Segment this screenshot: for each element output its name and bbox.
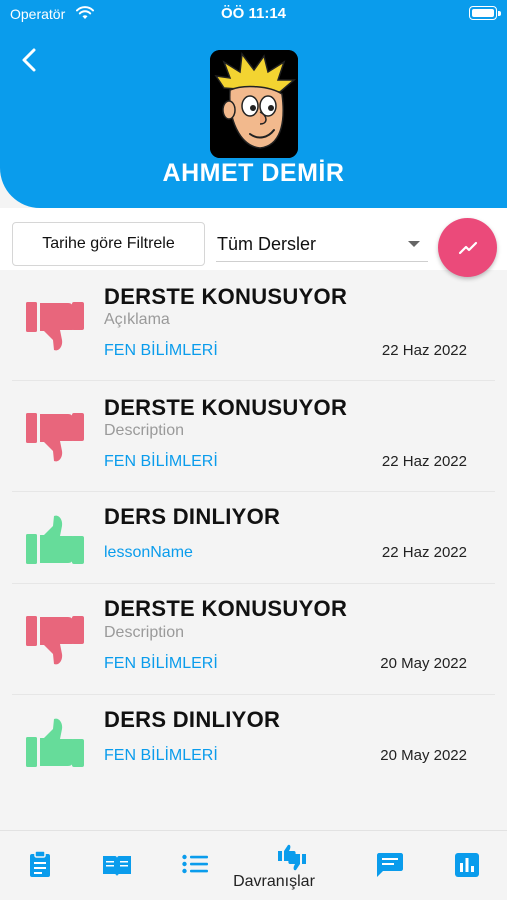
thumbs-up-down-icon	[278, 844, 306, 871]
battery-icon	[469, 6, 501, 20]
list-item[interactable]: DERSTE KONUSUYOR Description FEN BİLİMLE…	[0, 584, 507, 695]
clipboard-icon	[30, 851, 50, 877]
profile-header: Operatör ÖÖ 11:14 AHMET DEMİR	[0, 0, 507, 208]
open-book-icon	[103, 856, 131, 876]
chat-icon	[377, 853, 403, 877]
status-bar: Operatör ÖÖ 11:14	[0, 0, 507, 28]
trend-chart-button[interactable]	[438, 218, 497, 277]
tab-behaviors[interactable]: Davranışlar	[233, 831, 315, 900]
tab-reports[interactable]	[438, 831, 498, 900]
filter-bar: Tarihe göre Filtrele Tüm Dersler	[0, 208, 507, 277]
behavior-description: Description	[104, 422, 185, 439]
behavior-title: DERSTE KONUSUYOR	[104, 284, 348, 309]
student-name: AHMET DEMİR	[162, 159, 345, 187]
lesson-select[interactable]: Tüm Dersler	[216, 226, 428, 262]
tab-lessons[interactable]	[88, 831, 148, 900]
behavior-title: DERS DINLIYOR	[104, 504, 281, 529]
tab-assignments[interactable]	[10, 831, 70, 900]
back-button[interactable]	[14, 44, 44, 76]
behavior-date: 20 May 2022	[380, 655, 467, 672]
behavior-date: 22 Haz 2022	[381, 342, 467, 359]
behavior-lesson[interactable]: lessonName	[104, 544, 193, 562]
behavior-description: Açıklama	[104, 311, 170, 328]
thumbs-down-icon	[26, 302, 84, 351]
tab-list[interactable]	[166, 831, 226, 900]
behavior-list: DERSTE KONUSUYOR Açıklama FEN BİLİMLERİ …	[0, 270, 507, 787]
avatar	[210, 50, 298, 158]
behavior-lesson[interactable]: FEN BİLİMLERİ	[104, 453, 218, 471]
behavior-title: DERSTE KONUSUYOR	[104, 395, 348, 420]
thumbs-up-icon	[26, 515, 84, 564]
tab-behaviors-label: Davranışlar	[233, 873, 315, 890]
behavior-date: 22 Haz 2022	[381, 544, 467, 561]
bar-chart-icon	[455, 853, 479, 877]
list-icon	[182, 854, 208, 874]
behavior-title: DERSTE KONUSUYOR	[104, 596, 348, 621]
list-item[interactable]: DERS DINLIYOR FEN BİLİMLERİ 20 May 2022	[0, 695, 507, 787]
behavior-lesson[interactable]: FEN BİLİMLERİ	[104, 747, 218, 765]
trending-up-icon	[458, 241, 477, 254]
dropdown-caret-icon	[408, 241, 420, 247]
list-item[interactable]: DERS DINLIYOR lessonName 22 Haz 2022	[0, 492, 507, 584]
thumbs-down-icon	[26, 413, 84, 462]
behavior-lesson[interactable]: FEN BİLİMLERİ	[104, 655, 218, 673]
behavior-lesson[interactable]: FEN BİLİMLERİ	[104, 342, 218, 360]
chevron-left-icon	[22, 48, 36, 72]
tab-messages[interactable]	[360, 831, 420, 900]
behavior-date: 22 Haz 2022	[381, 453, 467, 470]
lesson-select-value: Tüm Dersler	[217, 234, 317, 254]
date-filter-button[interactable]: Tarihe göre Filtrele	[12, 222, 205, 266]
clock: ÖÖ 11:14	[220, 5, 287, 22]
list-item[interactable]: DERSTE KONUSUYOR Description FEN BİLİMLE…	[0, 381, 507, 492]
bottom-tab-bar: Davranışlar	[0, 830, 507, 900]
behavior-description: Description	[104, 624, 185, 641]
behavior-title: DERS DINLIYOR	[104, 707, 281, 732]
list-item[interactable]: DERSTE KONUSUYOR Açıklama FEN BİLİMLERİ …	[0, 270, 507, 381]
behavior-date: 20 May 2022	[380, 747, 467, 764]
thumbs-down-icon	[26, 616, 84, 665]
thumbs-up-icon	[26, 718, 84, 767]
